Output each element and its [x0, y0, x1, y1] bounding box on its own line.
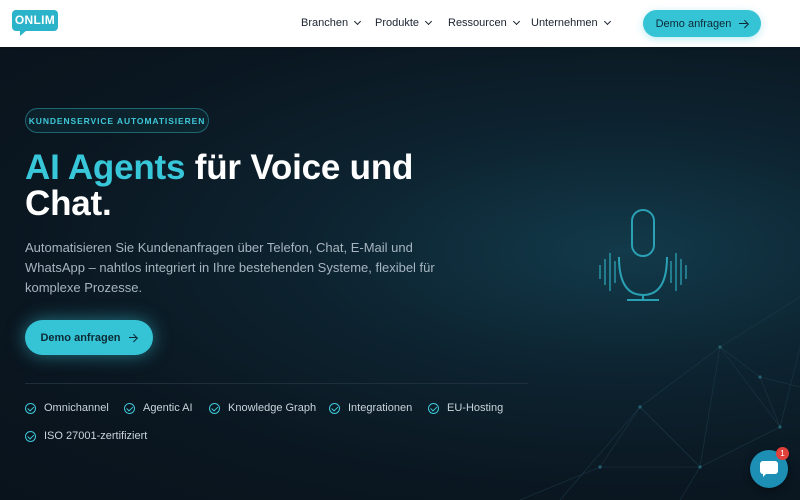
hero-title: AI Agents für Voice und Chat. [25, 150, 465, 222]
divider [25, 383, 528, 384]
feature-item-knowledge-graph: Knowledge Graph [209, 402, 316, 414]
feature-item-iso-27001: ISO 27001-zertifiziert [25, 430, 147, 442]
demo-request-button-header[interactable]: Demo anfragen [643, 10, 761, 37]
arrow-right-icon [128, 333, 138, 342]
hero-title-line2: Chat. [25, 184, 112, 223]
nav-label: Branchen [301, 17, 349, 29]
feature-item-integrationen: Integrationen [329, 402, 412, 414]
site-header: ONLIM Branchen Produkte Ressourcen Unter… [0, 0, 800, 47]
chevron-down-icon [354, 17, 362, 26]
feature-label: Omnichannel [44, 402, 109, 414]
nav-item-ressourcen[interactable]: Ressourcen [448, 17, 520, 29]
feature-label: ISO 27001-zertifiziert [44, 430, 148, 442]
check-circle-icon [124, 402, 135, 414]
feature-item-omnichannel: Omnichannel [25, 402, 109, 414]
hero-badge: KUNDENSERVICE AUTOMATISIEREN [25, 108, 209, 133]
nav-item-unternehmen[interactable]: Unternehmen [531, 17, 611, 29]
feature-item-agentic-ai: Agentic AI [124, 402, 193, 414]
microphone-icon [618, 209, 668, 301]
arrow-right-icon [739, 19, 748, 28]
feature-label: Knowledge Graph [228, 402, 317, 414]
button-label: Demo anfragen [655, 17, 732, 30]
sound-wave-right-icon [670, 253, 687, 291]
hero-title-highlight: AI Agents [25, 148, 186, 187]
demo-request-button-hero[interactable]: Demo anfragen [25, 320, 153, 355]
feature-item-eu-hosting: EU-Hosting [428, 402, 503, 414]
onlim-logo[interactable]: ONLIM [12, 10, 58, 36]
chevron-down-icon [424, 17, 433, 26]
feature-label: Agentic AI [143, 402, 193, 414]
hero-title-line1-rest: für Voice und [185, 148, 414, 187]
chevron-down-icon [603, 17, 611, 26]
logo-text: ONLIM [12, 10, 58, 31]
logo-speech-tail [20, 30, 27, 36]
sound-wave-left-icon [599, 253, 616, 291]
check-circle-icon [209, 402, 220, 414]
button-label: Demo anfragen [40, 331, 121, 344]
check-circle-icon [428, 402, 439, 414]
feature-label: Integrationen [348, 402, 413, 414]
chat-notification-badge: 1 [776, 447, 789, 460]
chevron-down-icon [512, 17, 520, 26]
nav-item-branchen[interactable]: Branchen [301, 17, 362, 29]
check-circle-icon [329, 402, 340, 414]
check-circle-icon [25, 402, 36, 414]
nav-label: Unternehmen [531, 17, 598, 29]
chat-bubble-icon [760, 461, 778, 477]
nav-item-produkte[interactable]: Produkte [375, 17, 433, 29]
nav-label: Produkte [375, 17, 420, 29]
feature-label: EU-Hosting [447, 402, 504, 414]
nav-label: Ressourcen [448, 17, 507, 29]
check-circle-icon [25, 430, 36, 442]
hero-lead-text: Automatisieren Sie Kundenanfragen über T… [25, 240, 435, 295]
